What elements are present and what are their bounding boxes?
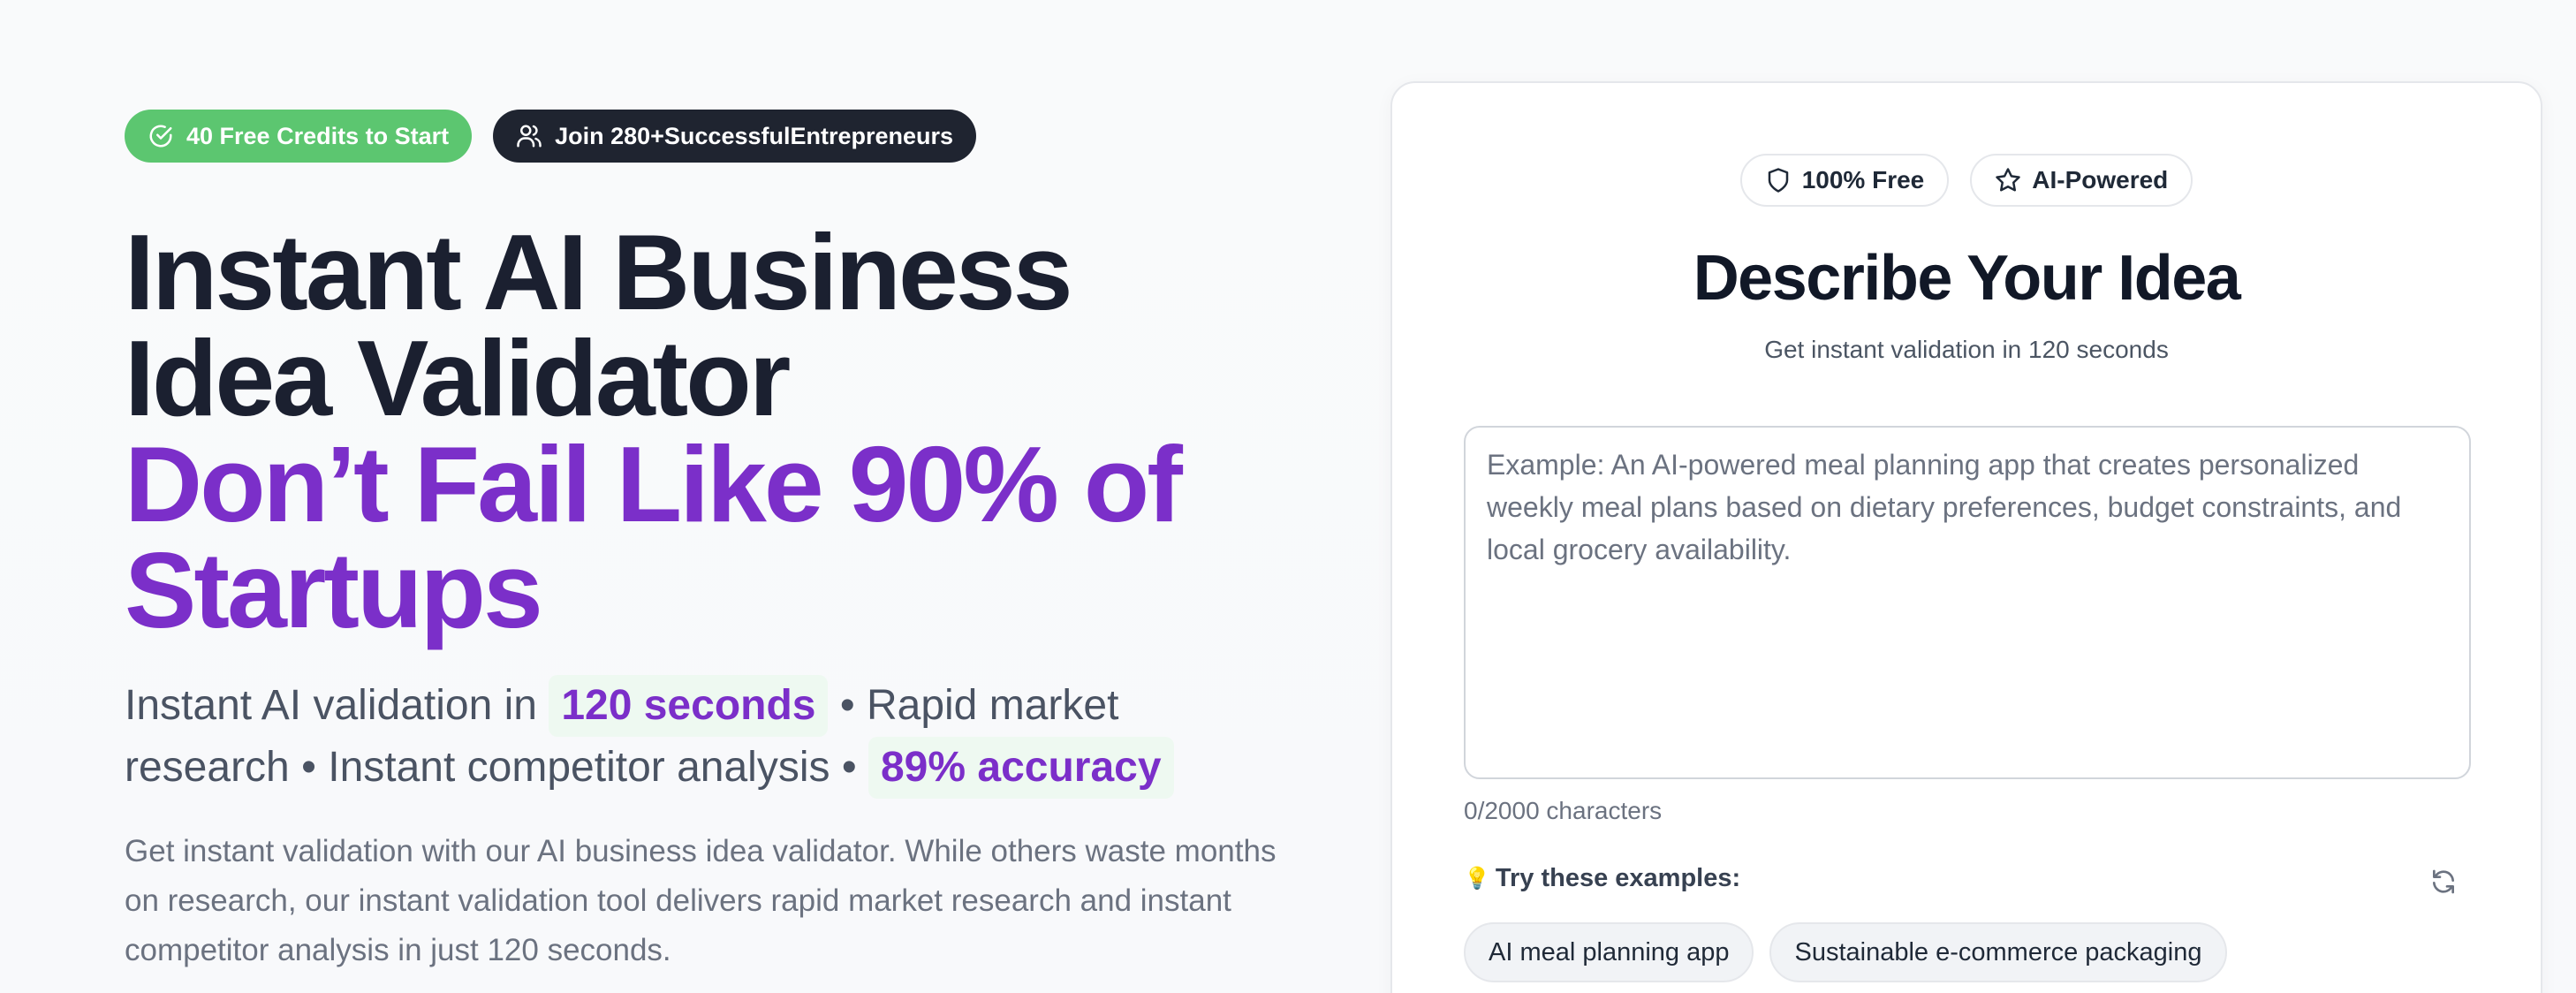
- hero-subline: Instant AI validation in 120 seconds • R…: [125, 675, 1273, 799]
- shield-icon: [1765, 167, 1792, 193]
- example-chip[interactable]: AI meal planning app: [1464, 922, 1754, 982]
- users-icon: [516, 123, 542, 149]
- hero-description: Get instant validation with our AI busin…: [125, 834, 1277, 967]
- star-icon: [1995, 167, 2021, 193]
- hero-badges: 40 Free Credits to Start Join 280+Succes…: [125, 110, 1344, 163]
- card-badges: 100% Free AI-Powered: [1392, 154, 2541, 207]
- refresh-examples-button[interactable]: [2426, 864, 2461, 899]
- ai-powered-pill: AI-Powered: [1970, 154, 2193, 207]
- free-pill-label: 100% Free: [1801, 166, 1925, 193]
- title-line-2: Idea Validator: [125, 318, 791, 438]
- idea-form-card: 100% Free AI-Powered Describe Your Idea …: [1390, 81, 2542, 993]
- hero-section: 40 Free Credits to Start Join 280+Succes…: [125, 110, 1344, 975]
- example-chip[interactable]: Sustainable e-commerce packaging: [1769, 922, 2227, 982]
- examples-label: Try these examples:: [1495, 864, 1741, 892]
- title-line-1: Instant AI Business: [125, 212, 1073, 332]
- character-count: 0/2000 characters: [1464, 797, 1663, 824]
- examples-heading: 💡 Try these examples:: [1464, 864, 1740, 893]
- subline-part-1: Instant AI validation in: [125, 682, 549, 729]
- check-circle-icon: [148, 123, 174, 149]
- refresh-icon: [2433, 869, 2454, 894]
- ai-powered-pill-label: AI-Powered: [2032, 166, 2169, 193]
- highlight-120-seconds: 120 seconds: [549, 675, 829, 737]
- highlight-accuracy: 89% accuracy: [868, 737, 1174, 799]
- idea-description-input[interactable]: [1464, 426, 2471, 779]
- join-entrepreneurs-label: Join 280+SuccessfulEntrepreneurs: [555, 122, 954, 149]
- free-credits-badge: 40 Free Credits to Start: [125, 110, 473, 163]
- page: 40 Free Credits to Start Join 280+Succes…: [0, 0, 2576, 993]
- card-subtitle: Get instant validation in 120 seconds: [1764, 336, 2169, 363]
- accent-line-1: Don’t Fail Like 90% of: [125, 424, 1183, 544]
- accent-line-2: Startups: [125, 530, 543, 650]
- free-pill: 100% Free: [1739, 154, 1950, 207]
- example-chips: AI meal planning app Sustainable e-comme…: [1464, 922, 2227, 982]
- card-title: Describe Your Idea: [1693, 243, 2241, 314]
- join-entrepreneurs-badge: Join 280+SuccessfulEntrepreneurs: [493, 110, 977, 163]
- free-credits-label: 40 Free Credits to Start: [186, 122, 450, 149]
- lightbulb-icon: 💡: [1464, 867, 1490, 891]
- page-title: Instant AI Business Idea Validator Don’t…: [125, 212, 1344, 650]
